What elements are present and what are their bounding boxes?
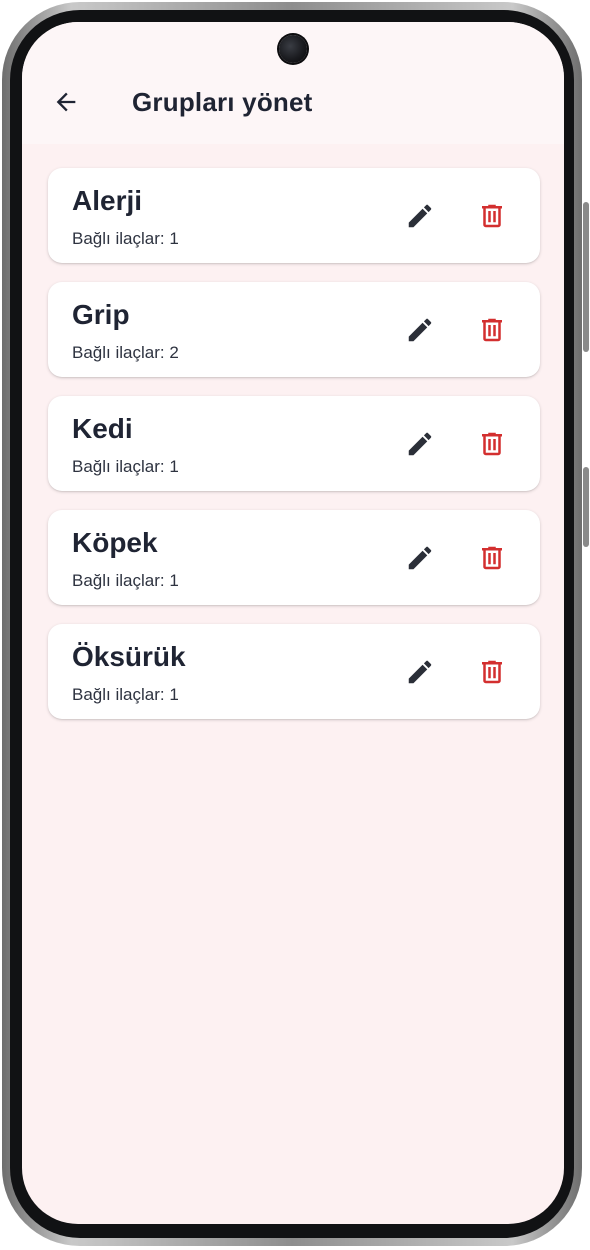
- pencil-icon: [408, 546, 432, 570]
- linked-medicines-count: Bağlı ilaçlar: 1: [72, 229, 179, 248]
- group-card-kedi[interactable]: Kedi Bağlı ilaçlar: 1: [48, 396, 540, 491]
- linked-medicines-count: Bağlı ilaçlar: 1: [72, 571, 179, 590]
- pencil-icon: [408, 318, 432, 342]
- group-card-kopek[interactable]: Köpek Bağlı ilaçlar: 1: [48, 510, 540, 605]
- trash-icon: [482, 546, 502, 570]
- group-card-alerji[interactable]: Alerji Bağlı ilaçlar: 1: [48, 168, 540, 263]
- linked-medicines-count: Bağlı ilaçlar: 2: [72, 343, 179, 362]
- group-name: Kedi: [72, 413, 133, 444]
- edit-button[interactable]: [400, 424, 440, 464]
- linked-medicines-count: Bağlı ilaçlar: 1: [72, 457, 179, 476]
- phone-frame: Grupları yönet Alerji Bağlı ilaçlar: 1 G…: [2, 2, 589, 1246]
- linked-medicines-count: Bağlı ilaçlar: 1: [72, 685, 179, 704]
- group-name: Köpek: [72, 527, 158, 558]
- delete-button[interactable]: [472, 196, 512, 236]
- edit-button[interactable]: [400, 538, 440, 578]
- group-list: Alerji Bağlı ilaçlar: 1 Grip Bağlı ilaçl…: [48, 168, 540, 738]
- screen: Grupları yönet Alerji Bağlı ilaçlar: 1 G…: [22, 22, 564, 1224]
- volume-button: [583, 467, 589, 547]
- group-name: Grip: [72, 299, 130, 330]
- group-card-oksuruk[interactable]: Öksürük Bağlı ilaçlar: 1: [48, 624, 540, 719]
- power-button: [583, 202, 589, 352]
- trash-icon: [482, 660, 502, 684]
- group-card-grip[interactable]: Grip Bağlı ilaçlar: 2: [48, 282, 540, 377]
- delete-button[interactable]: [472, 538, 512, 578]
- pencil-icon: [408, 204, 432, 228]
- pencil-icon: [408, 432, 432, 456]
- trash-icon: [482, 318, 502, 342]
- group-name: Öksürük: [72, 641, 186, 672]
- edit-button[interactable]: [400, 310, 440, 350]
- trash-icon: [482, 204, 502, 228]
- delete-button[interactable]: [472, 310, 512, 350]
- delete-button[interactable]: [472, 424, 512, 464]
- page-title: Grupları yönet: [132, 87, 313, 117]
- back-button[interactable]: [48, 84, 84, 120]
- group-name: Alerji: [72, 185, 143, 216]
- trash-icon: [482, 432, 502, 456]
- pencil-icon: [408, 660, 432, 684]
- edit-button[interactable]: [400, 196, 440, 236]
- arrow-left-icon: [56, 92, 76, 112]
- delete-button[interactable]: [472, 652, 512, 692]
- front-camera: [279, 35, 307, 63]
- edit-button[interactable]: [400, 652, 440, 692]
